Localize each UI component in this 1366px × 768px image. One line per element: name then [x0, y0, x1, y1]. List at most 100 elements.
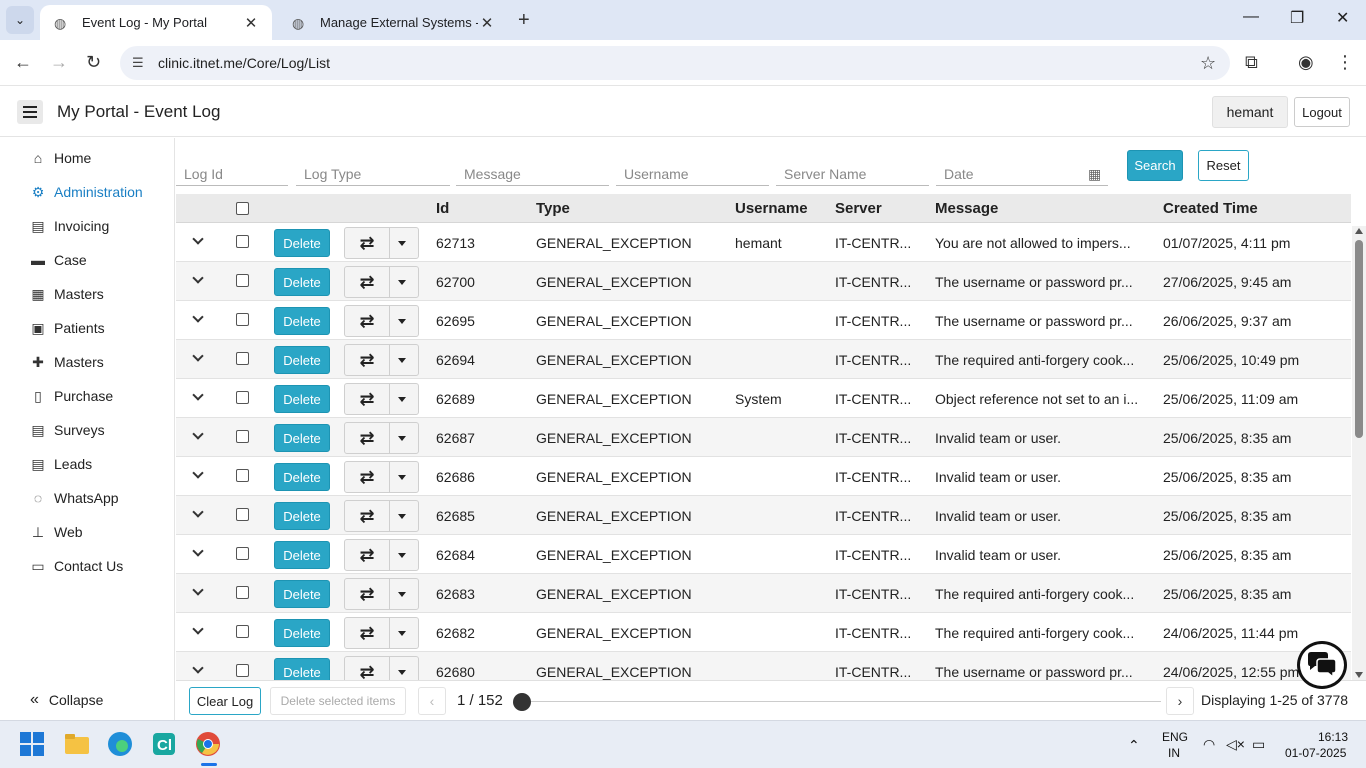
table-row[interactable]: Delete ⇄ 62682 GENERAL_EXCEPTION IT-CENTR...…	[176, 613, 1351, 652]
row-action-split-button[interactable]: ⇄	[344, 422, 419, 454]
row-checkbox[interactable]	[236, 547, 249, 560]
page-slider-track[interactable]	[521, 701, 1161, 702]
close-icon[interactable]: ✕	[242, 14, 260, 32]
sidebar-item-patients[interactable]: ▣ Patients	[0, 313, 174, 343]
url-text[interactable]: clinic.itnet.me/Core/Log/List	[158, 55, 1200, 71]
sidebar-item-contact-us[interactable]: ▭ Contact Us	[0, 551, 174, 581]
delete-button[interactable]: Delete	[274, 346, 330, 374]
row-checkbox[interactable]	[236, 469, 249, 482]
delete-button[interactable]: Delete	[274, 658, 330, 680]
back-icon[interactable]: ←	[14, 52, 32, 73]
page-slider-handle[interactable]	[513, 693, 531, 711]
column-header-id[interactable]: Id	[436, 200, 449, 217]
chat-support-button[interactable]	[1297, 641, 1347, 689]
row-action-split-button[interactable]: ⇄	[344, 461, 419, 493]
collapse-button[interactable]: « Collapse	[30, 691, 103, 709]
column-header-username[interactable]: Username	[735, 200, 808, 217]
expand-row-chevron-icon[interactable]	[192, 585, 204, 599]
scroll-up-icon[interactable]	[1355, 228, 1363, 234]
log-id-input[interactable]	[176, 162, 288, 186]
edge-browser-icon[interactable]	[107, 731, 135, 759]
tab-manage-external-systems[interactable]: ◍ Manage External Systems - My ✕	[278, 5, 508, 40]
table-row[interactable]: Delete ⇄ 62689 GENERAL_EXCEPTION System IT-CE…	[176, 379, 1351, 418]
caret-down-icon[interactable]	[398, 475, 406, 480]
swap-arrows-icon[interactable]: ⇄	[345, 462, 390, 492]
column-header-message[interactable]: Message	[935, 200, 998, 217]
swap-arrows-icon[interactable]: ⇄	[345, 306, 390, 336]
delete-button[interactable]: Delete	[274, 268, 330, 296]
expand-row-chevron-icon[interactable]	[192, 429, 204, 443]
site-settings-icon[interactable]: ☰	[132, 55, 152, 71]
row-action-split-button[interactable]: ⇄	[344, 578, 419, 610]
url-field[interactable]: ☰ clinic.itnet.me/Core/Log/List ☆	[120, 46, 1230, 80]
caret-down-icon[interactable]	[398, 358, 406, 363]
sidebar-item-purchase[interactable]: ▯ Purchase	[0, 381, 174, 411]
user-button[interactable]: hemant	[1212, 96, 1288, 128]
column-header-type[interactable]: Type	[536, 200, 570, 217]
scroll-down-icon[interactable]	[1355, 672, 1363, 678]
minimize-icon[interactable]: —	[1243, 8, 1259, 26]
delete-button[interactable]: Delete	[274, 463, 330, 491]
message-input[interactable]	[456, 162, 609, 186]
caret-down-icon[interactable]	[398, 397, 406, 402]
delete-button[interactable]: Delete	[274, 307, 330, 335]
caret-down-icon[interactable]	[398, 592, 406, 597]
chrome-browser-icon[interactable]	[195, 731, 223, 766]
caret-down-icon[interactable]	[398, 670, 406, 675]
sidebar-item-masters[interactable]: ✚ Masters	[0, 347, 174, 377]
expand-row-chevron-icon[interactable]	[192, 351, 204, 365]
reset-button[interactable]: Reset	[1198, 150, 1249, 181]
wifi-icon[interactable]: ◠	[1203, 736, 1215, 753]
swap-arrows-icon[interactable]: ⇄	[345, 501, 390, 531]
previous-page-button[interactable]: ‹	[418, 687, 446, 715]
sidebar-item-web[interactable]: ⊥ Web	[0, 517, 174, 547]
sidebar-item-masters[interactable]: ▦ Masters	[0, 279, 174, 309]
hamburger-menu-icon[interactable]	[17, 100, 43, 124]
expand-row-chevron-icon[interactable]	[192, 390, 204, 404]
select-all-checkbox[interactable]	[236, 202, 249, 215]
close-window-icon[interactable]: ✕	[1336, 8, 1349, 28]
sidebar-item-surveys[interactable]: ▤ Surveys	[0, 415, 174, 445]
language-label[interactable]: ENG	[1162, 730, 1188, 744]
table-row[interactable]: Delete ⇄ 62684 GENERAL_EXCEPTION IT-CENTR...…	[176, 535, 1351, 574]
row-checkbox[interactable]	[236, 352, 249, 365]
expand-row-chevron-icon[interactable]	[192, 546, 204, 560]
caret-down-icon[interactable]	[398, 280, 406, 285]
expand-row-chevron-icon[interactable]	[192, 507, 204, 521]
delete-button[interactable]: Delete	[274, 619, 330, 647]
row-checkbox[interactable]	[236, 313, 249, 326]
close-icon[interactable]: ✕	[478, 14, 496, 32]
column-header-created-time[interactable]: Created Time	[1163, 200, 1258, 217]
windows-start-icon[interactable]	[19, 731, 47, 759]
sidebar-item-whatsapp[interactable]: ◌ WhatsApp	[0, 483, 174, 513]
table-row[interactable]: Delete ⇄ 62694 GENERAL_EXCEPTION IT-CENTR...…	[176, 340, 1351, 379]
sidebar-item-case[interactable]: ▬ Case	[0, 245, 174, 275]
caret-down-icon[interactable]	[398, 553, 406, 558]
row-checkbox[interactable]	[236, 625, 249, 638]
expand-row-chevron-icon[interactable]	[192, 273, 204, 287]
sidebar-item-invoicing[interactable]: ▤ Invoicing	[0, 211, 174, 241]
table-row[interactable]: Delete ⇄ 62686 GENERAL_EXCEPTION IT-CENTR...…	[176, 457, 1351, 496]
battery-icon[interactable]: ▭	[1252, 736, 1265, 753]
row-checkbox[interactable]	[236, 391, 249, 404]
expand-row-chevron-icon[interactable]	[192, 663, 204, 677]
swap-arrows-icon[interactable]: ⇄	[345, 423, 390, 453]
more-menu-icon[interactable]: ⋮	[1336, 52, 1354, 73]
swap-arrows-icon[interactable]: ⇄	[345, 228, 390, 258]
next-page-button[interactable]: ›	[1166, 687, 1194, 715]
row-action-split-button[interactable]: ⇄	[344, 227, 419, 259]
caret-down-icon[interactable]	[398, 241, 406, 246]
chevron-up-icon[interactable]: ⌃	[1128, 737, 1140, 754]
swap-arrows-icon[interactable]: ⇄	[345, 384, 390, 414]
sidebar-item-home[interactable]: ⌂ Home	[0, 143, 174, 173]
row-action-split-button[interactable]: ⇄	[344, 656, 419, 680]
delete-selected-button[interactable]: Delete selected items	[270, 687, 406, 715]
expand-row-chevron-icon[interactable]	[192, 234, 204, 248]
swap-arrows-icon[interactable]: ⇄	[345, 618, 390, 648]
scrollbar-thumb[interactable]	[1355, 240, 1363, 438]
row-checkbox[interactable]	[236, 430, 249, 443]
row-action-split-button[interactable]: ⇄	[344, 344, 419, 376]
clock-time[interactable]: 16:13	[1318, 730, 1348, 744]
bookmark-star-icon[interactable]: ☆	[1200, 53, 1230, 74]
caret-down-icon[interactable]	[398, 631, 406, 636]
